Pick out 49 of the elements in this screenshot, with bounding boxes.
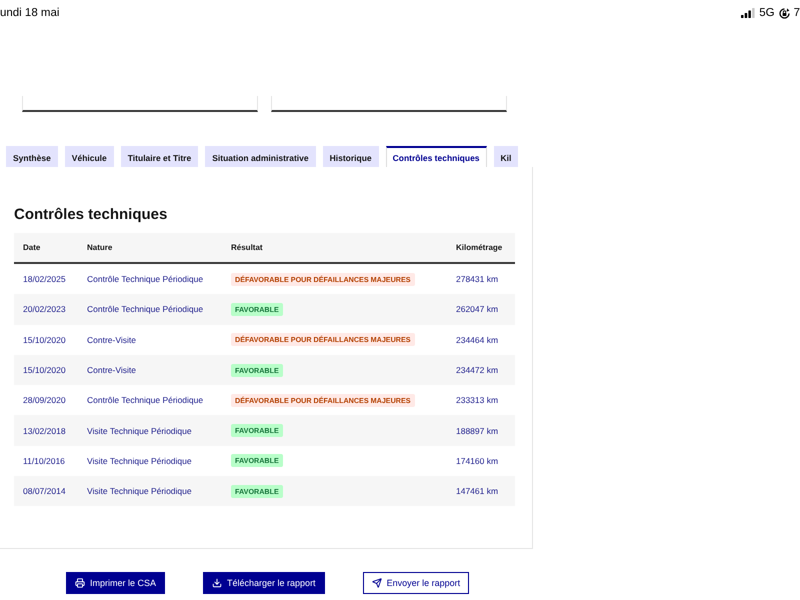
mileage-cell-text: 262047 km: [456, 304, 500, 314]
date-cell-text: 20/02/2023: [23, 304, 67, 314]
mileage-cell-text: 278431 km: [456, 274, 500, 284]
mileage-cell-text: 147461 km: [456, 486, 500, 496]
rotation-lock-icon: [778, 8, 790, 18]
date-cell-text: 13/02/2018: [23, 426, 67, 436]
nature-cell-text: Contrôle Technique Périodique: [87, 395, 204, 406]
column-header: Kilométrage: [456, 243, 504, 252]
nature-cell-text: Contre-Visite: [87, 334, 137, 345]
nature-cell-text: Visite Technique Périodique: [87, 456, 193, 466]
mileage-cell-text: 233313 km: [456, 395, 500, 406]
network-label: 5G: [759, 7, 775, 19]
tab[interactable]: Historique: [322, 146, 379, 167]
download-icon: [212, 578, 222, 588]
date-cell-text: 15/10/2020: [23, 334, 67, 345]
nature-cell-text: Contrôle Technique Périodique: [87, 304, 204, 314]
date-cell-text: 28/09/2020: [23, 395, 67, 406]
tab[interactable]: Contrôles techniques: [386, 146, 487, 167]
date-cell-text: 11/10/2016: [23, 456, 66, 466]
tab[interactable]: Synthèse: [6, 146, 58, 167]
mileage-cell-text: 234464 km: [456, 334, 500, 345]
section-title: Contrôles techniques: [14, 205, 168, 225]
action-button[interactable]: Envoyer le rapport: [362, 572, 470, 594]
status-date-text: undi 18 mai: [0, 7, 60, 19]
tab[interactable]: Situation administrative: [205, 146, 316, 167]
nature-cell-text: Contrôle Technique Périodique: [87, 274, 204, 284]
input-field[interactable]: [22, 96, 258, 112]
date-cell-text: 08/07/2014: [23, 486, 67, 496]
nature-cell-text: Contre-Visite: [87, 365, 137, 376]
printer-icon: [75, 578, 85, 588]
column-header: Date: [23, 243, 42, 252]
mileage-cell-text: 188897 km: [456, 426, 500, 436]
date-cell-text: 15/10/2020: [23, 365, 67, 376]
tab[interactable]: Titulaire et Titre: [120, 146, 198, 167]
nature-cell-text: Visite Technique Périodique: [87, 426, 193, 436]
signal-icon: [741, 8, 756, 18]
mileage-cell-text: 174160 km: [456, 456, 500, 466]
tab[interactable]: Kil: [494, 146, 518, 167]
column-header: Résultat: [231, 243, 264, 252]
nature-cell-text: Visite Technique Périodique: [87, 486, 193, 496]
action-button[interactable]: Imprimer le CSA: [66, 572, 166, 594]
battery-level-text: 7: [794, 7, 800, 19]
tab[interactable]: Véhicule: [64, 146, 114, 167]
send-icon: [372, 578, 382, 588]
action-button[interactable]: Télécharger le rapport: [203, 572, 325, 594]
column-header: Nature: [87, 243, 114, 252]
mileage-cell-text: 234472 km: [456, 365, 500, 376]
input-field[interactable]: [271, 96, 507, 112]
date-cell-text: 18/02/2025: [23, 274, 67, 284]
